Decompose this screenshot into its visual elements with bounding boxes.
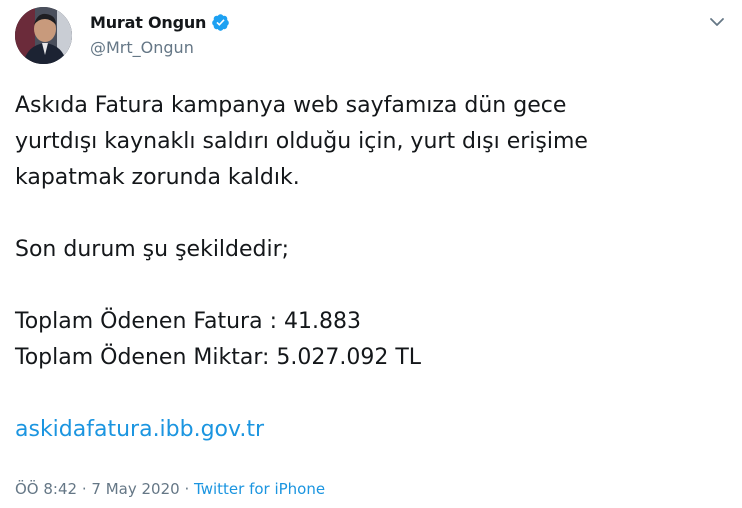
verified-badge-icon bbox=[211, 13, 230, 32]
meta-separator: · bbox=[81, 480, 87, 498]
tweet-line: Toplam Ödenen Fatura : 41.883 bbox=[15, 309, 361, 334]
tweet-date[interactable]: 7 May 2020 bbox=[91, 480, 179, 498]
tweet-source-link[interactable]: Twitter for iPhone bbox=[194, 480, 325, 498]
chevron-down-icon[interactable] bbox=[708, 13, 726, 31]
tweet-line: Son durum şu şekildedir; bbox=[15, 237, 290, 262]
author-handle[interactable]: @Mrt_Ongun bbox=[90, 38, 194, 57]
profile-photo-icon bbox=[15, 7, 72, 64]
tweet-meta: ÖÖ 8:42 · 7 May 2020 · Twitter for iPhon… bbox=[15, 480, 325, 498]
tweet-line: Askıda Fatura kampanya web sayfamıza dün… bbox=[15, 93, 567, 118]
author-avatar[interactable] bbox=[15, 7, 72, 64]
tweet-time[interactable]: ÖÖ 8:42 bbox=[15, 480, 77, 498]
tweet-line: Toplam Ödenen Miktar: 5.027.092 TL bbox=[15, 345, 422, 370]
tweet-card: Murat Ongun @Mrt_Ongun Askıda Fatura kam… bbox=[0, 0, 742, 508]
tweet-line: kapatmak zorunda kaldık. bbox=[15, 165, 300, 190]
tweet-text: Askıda Fatura kampanya web sayfamıza dün… bbox=[15, 88, 715, 448]
tweet-link[interactable]: askidafatura.ibb.gov.tr bbox=[15, 417, 264, 442]
author-display-name[interactable]: Murat Ongun bbox=[90, 13, 206, 32]
meta-separator: · bbox=[184, 480, 190, 498]
tweet-line: yurtdışı kaynaklı saldırı olduğu için, y… bbox=[15, 129, 588, 154]
author-name-row: Murat Ongun bbox=[90, 13, 230, 32]
